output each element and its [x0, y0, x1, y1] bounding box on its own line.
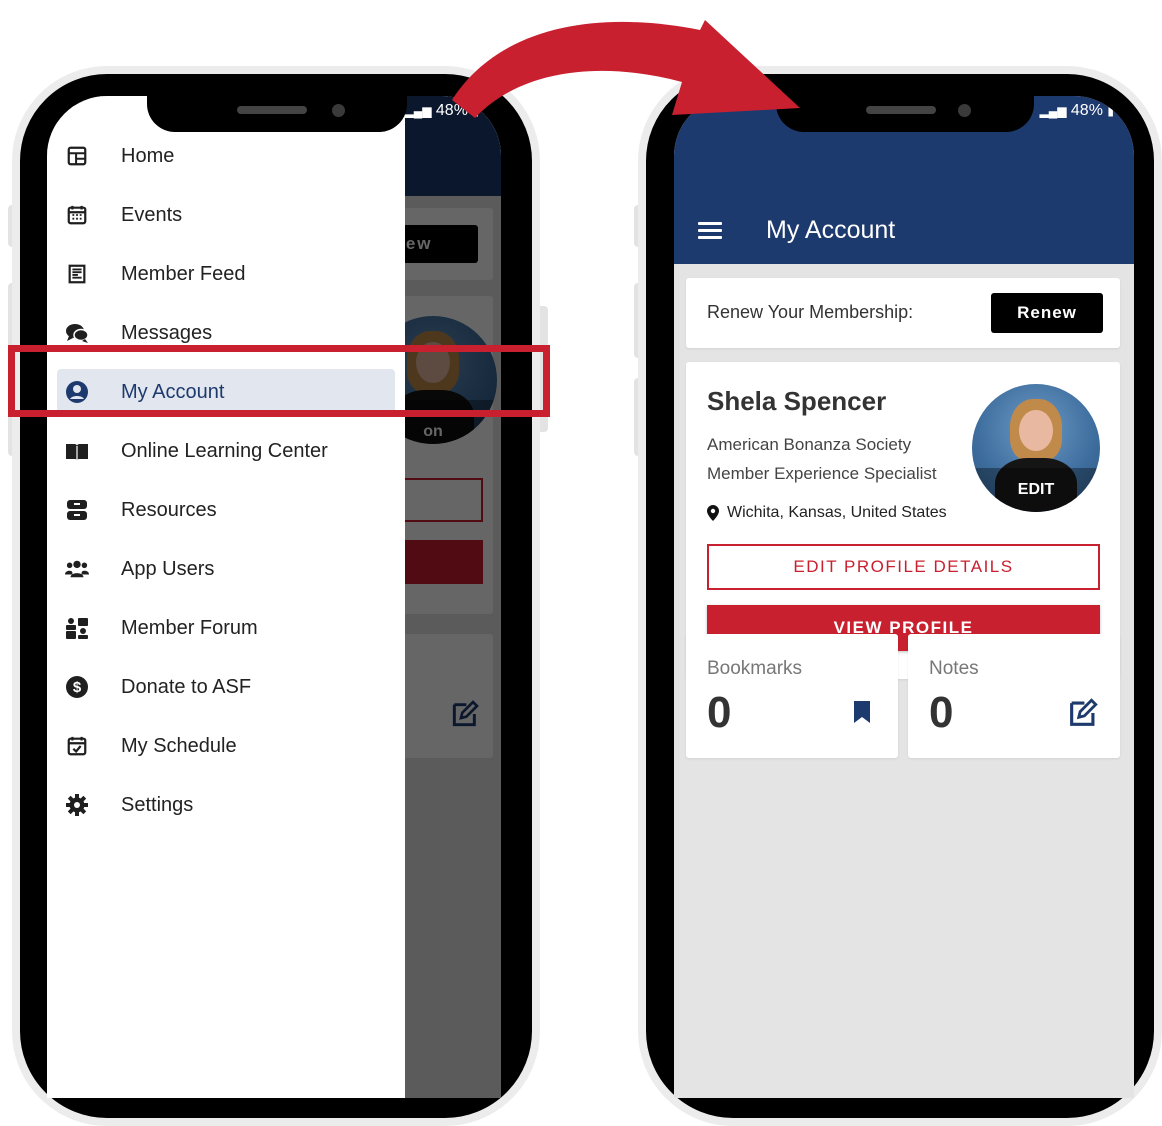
transition-arrow [452, 20, 800, 118]
